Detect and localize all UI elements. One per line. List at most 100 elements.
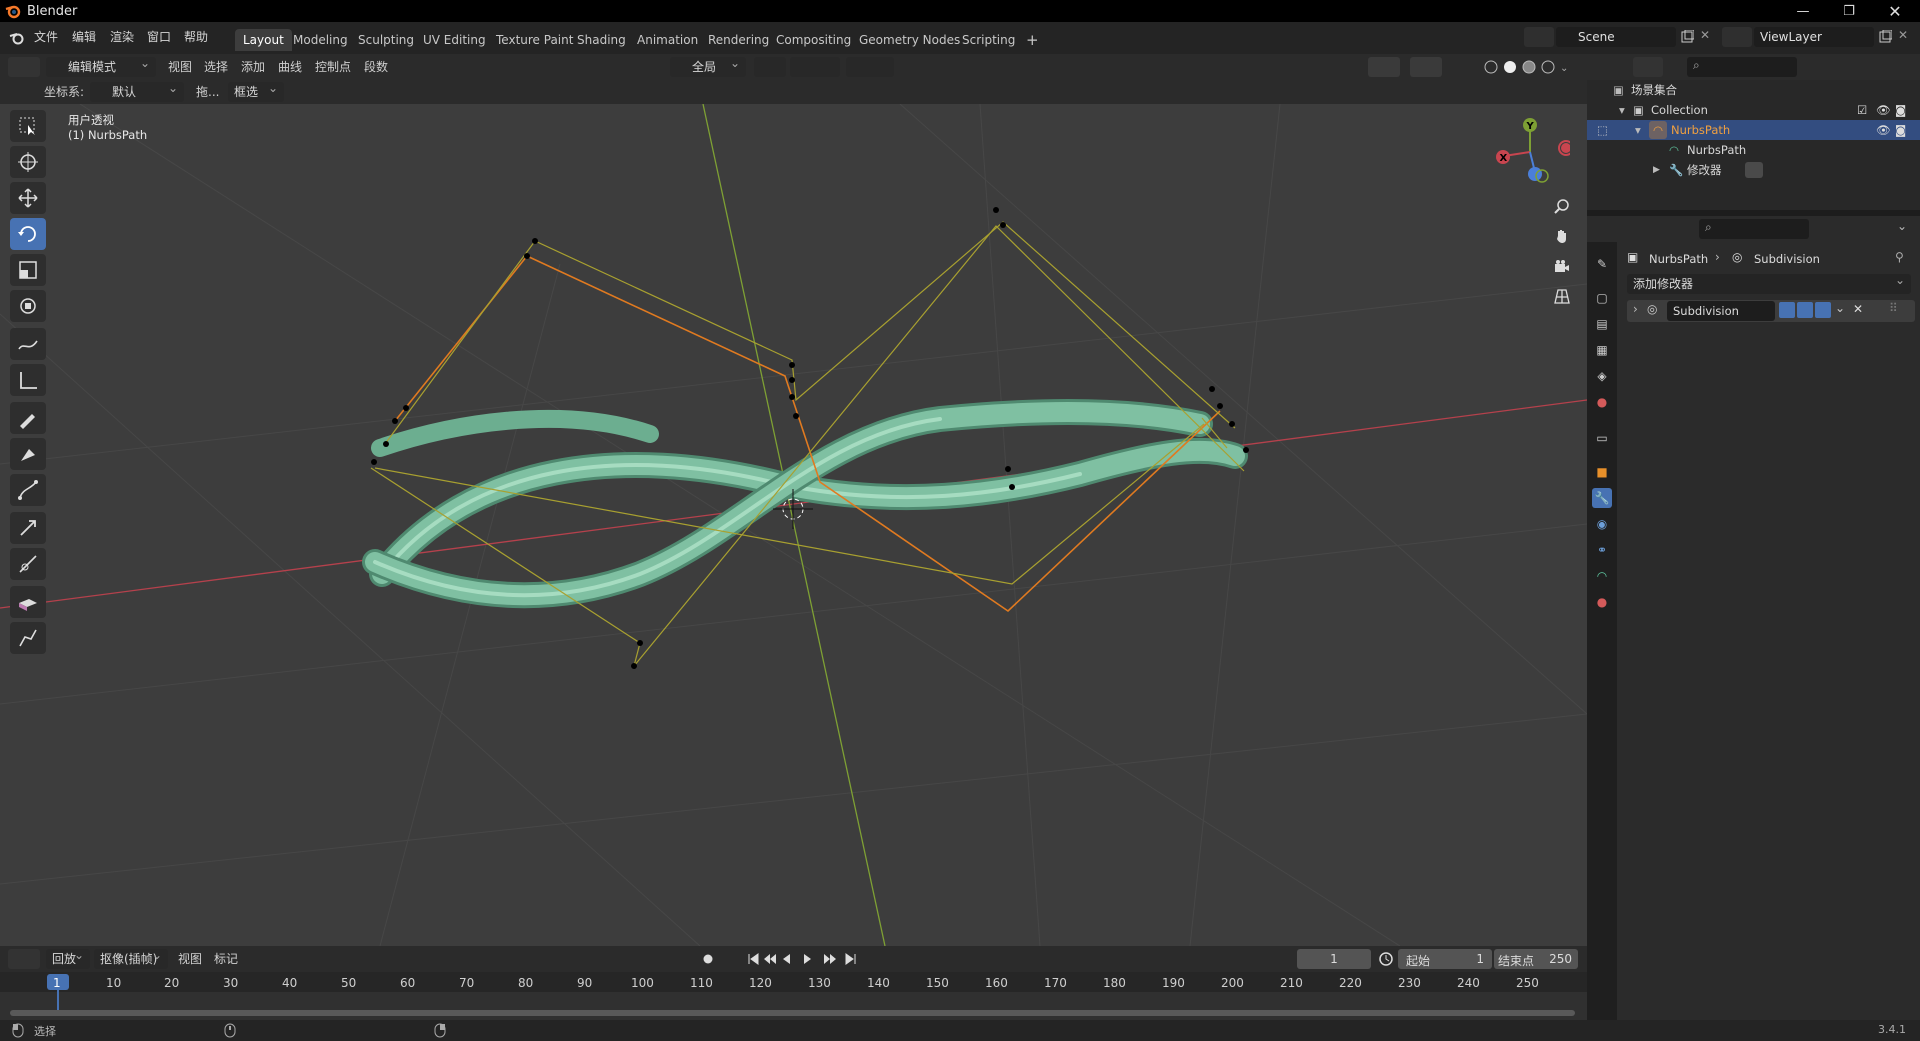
filter-icon[interactable]	[1855, 57, 1885, 77]
camera-view-icon[interactable]	[1548, 252, 1576, 280]
edit-mode-toggle-icon[interactable]	[1779, 302, 1795, 318]
playback-controls[interactable]	[746, 951, 866, 967]
view-layer-tab-icon[interactable]: ▦	[1592, 340, 1612, 360]
modifier-name-field[interactable]: Subdivision	[1667, 301, 1775, 321]
viewport-canvas[interactable]	[0, 104, 1587, 946]
tab-modeling[interactable]: Modeling	[285, 29, 356, 51]
scene-field[interactable]: Scene	[1556, 27, 1676, 47]
timeline-view-menu[interactable]: 视图	[178, 949, 202, 969]
tab-rendering[interactable]: Rendering	[700, 29, 777, 51]
timeline-editor-type-icon[interactable]	[8, 949, 40, 969]
menu-window[interactable]: 窗口	[147, 28, 171, 45]
delete-scene-icon[interactable]: ✕	[1700, 28, 1710, 42]
perspective-grid-icon[interactable]	[1548, 282, 1576, 310]
collapse-arrow-icon[interactable]: ›	[1633, 302, 1638, 316]
tab-layout[interactable]: Layout	[235, 29, 292, 51]
xray-icon[interactable]	[1455, 57, 1471, 77]
minimize-icon[interactable]: —	[1780, 0, 1826, 22]
cursor-tool[interactable]	[10, 146, 46, 178]
menu-file[interactable]: 文件	[34, 28, 58, 45]
modifier-menu-icon[interactable]: ⌄	[1835, 301, 1845, 315]
measure-tool[interactable]	[10, 364, 46, 396]
end-frame-field[interactable]: 结束点 250	[1494, 949, 1578, 969]
viewlayer-field[interactable]: ViewLayer	[1754, 27, 1874, 47]
timeline-scrollbar[interactable]	[10, 1010, 1575, 1016]
properties-options-icon[interactable]: ⌄	[1897, 219, 1907, 233]
overlay-toggle-icon[interactable]	[1410, 57, 1442, 77]
scale-tool[interactable]	[10, 254, 46, 286]
add-workspace-button[interactable]: +	[1018, 29, 1047, 51]
menu-edit[interactable]: 编辑	[72, 28, 96, 45]
tab-uv-editing[interactable]: UV Editing	[415, 29, 494, 51]
expand-arrow-icon[interactable]: ▶	[1653, 160, 1660, 180]
scene-browse-button[interactable]	[1524, 27, 1554, 47]
menu-view[interactable]: 视图	[168, 57, 192, 77]
tool-tab-icon[interactable]: ✎	[1592, 254, 1612, 274]
world-tab-icon[interactable]: ●	[1592, 392, 1612, 412]
extrude-tool[interactable]	[10, 586, 46, 618]
new-scene-icon[interactable]	[1680, 30, 1694, 44]
menu-control-points[interactable]: 控制点	[315, 57, 351, 77]
drag-dropdown[interactable]: 框选	[228, 78, 284, 102]
expand-arrow-icon[interactable]: ▾	[1635, 120, 1641, 140]
menu-add[interactable]: 添加	[241, 57, 265, 77]
tab-shading[interactable]: Shading	[569, 29, 634, 51]
timeline-marker-menu[interactable]: 标记	[214, 949, 238, 969]
collection-tab-icon[interactable]: ▭	[1592, 428, 1612, 448]
navigation-gizmo[interactable]: Y X	[1490, 112, 1570, 192]
start-frame-field[interactable]: 起始 1	[1398, 949, 1492, 969]
menu-render[interactable]: 渲染	[110, 28, 134, 45]
viewport-toggle-icon[interactable]	[1797, 302, 1813, 318]
visibility-icon[interactable]	[1330, 57, 1360, 77]
outliner-editor-type-icon[interactable]	[1597, 57, 1627, 77]
properties-search-input[interactable]: ⌕	[1699, 219, 1809, 239]
blender-menu-icon[interactable]	[9, 30, 25, 46]
tab-scripting[interactable]: Scripting	[954, 29, 1023, 51]
transform-tool[interactable]	[10, 290, 46, 322]
mode-dropdown[interactable]: 编辑模式	[46, 53, 156, 77]
constraints-tab-icon[interactable]: ⚭	[1592, 540, 1612, 560]
tab-geometry-nodes[interactable]: Geometry Nodes	[851, 29, 968, 51]
object-camera-icon[interactable]: ◙	[1895, 120, 1906, 140]
outliner-row-modifiers[interactable]: ▶ 🔧 修改器	[1587, 160, 1920, 180]
material-tab-icon[interactable]: ●	[1592, 592, 1612, 612]
snap-icon[interactable]	[790, 57, 840, 77]
coord-dropdown[interactable]: 默认	[90, 78, 184, 102]
transform-orientation-dropdown[interactable]: 全局	[670, 53, 746, 77]
zoom-icon[interactable]	[1548, 192, 1576, 220]
gizmo-toggle-icon[interactable]	[1368, 57, 1400, 77]
object-tab-icon[interactable]: ■	[1592, 462, 1612, 482]
render-toggle-icon[interactable]	[1815, 302, 1831, 318]
outliner-row-curve-data[interactable]: ◠ NurbsPath	[1587, 140, 1920, 160]
collection-eye-icon[interactable]: 👁	[1876, 100, 1891, 120]
tilt-tool[interactable]	[10, 512, 46, 544]
3d-viewport[interactable]: 用户透视 (1) NurbsPath Y X	[0, 104, 1587, 946]
delete-viewlayer-icon[interactable]: ✕	[1898, 28, 1908, 42]
pan-hand-icon[interactable]	[1548, 222, 1576, 250]
outliner-search-input[interactable]: ⌕	[1687, 57, 1797, 77]
draw-tool[interactable]	[10, 402, 46, 434]
radius-tool[interactable]	[10, 548, 46, 580]
add-modifier-dropdown[interactable]: 添加修改器	[1627, 270, 1911, 294]
menu-segments[interactable]: 段数	[364, 57, 388, 77]
rotate-tool[interactable]	[10, 218, 46, 250]
proportional-edit-icon[interactable]	[846, 57, 894, 77]
modifier-tab-icon[interactable]: 🔧	[1592, 488, 1612, 508]
tab-animation[interactable]: Animation	[629, 29, 706, 51]
clock-icon[interactable]	[1378, 951, 1394, 967]
restore-icon[interactable]: ❐	[1826, 0, 1872, 22]
shading-modes[interactable]: ⌄	[1482, 58, 1570, 76]
collection-checkbox-icon[interactable]: ☑	[1857, 100, 1867, 120]
render-tab-icon[interactable]: ▢	[1592, 288, 1612, 308]
curve-edit-tool[interactable]	[10, 474, 46, 506]
new-collection-icon[interactable]	[1895, 57, 1915, 77]
record-icon[interactable]	[700, 951, 716, 967]
drag-handle-icon[interactable]: ⠿	[1889, 301, 1898, 315]
viewlayer-browse-button[interactable]	[1722, 27, 1752, 47]
current-frame-field[interactable]: 1	[1297, 949, 1371, 969]
properties-editor-type-icon[interactable]	[1597, 219, 1627, 239]
menu-select[interactable]: 选择	[204, 57, 228, 77]
edit-mode-icon[interactable]: ⬚	[1597, 120, 1608, 140]
display-mode-icon[interactable]	[1633, 57, 1663, 77]
scene-tab-icon[interactable]: ◈	[1592, 366, 1612, 386]
